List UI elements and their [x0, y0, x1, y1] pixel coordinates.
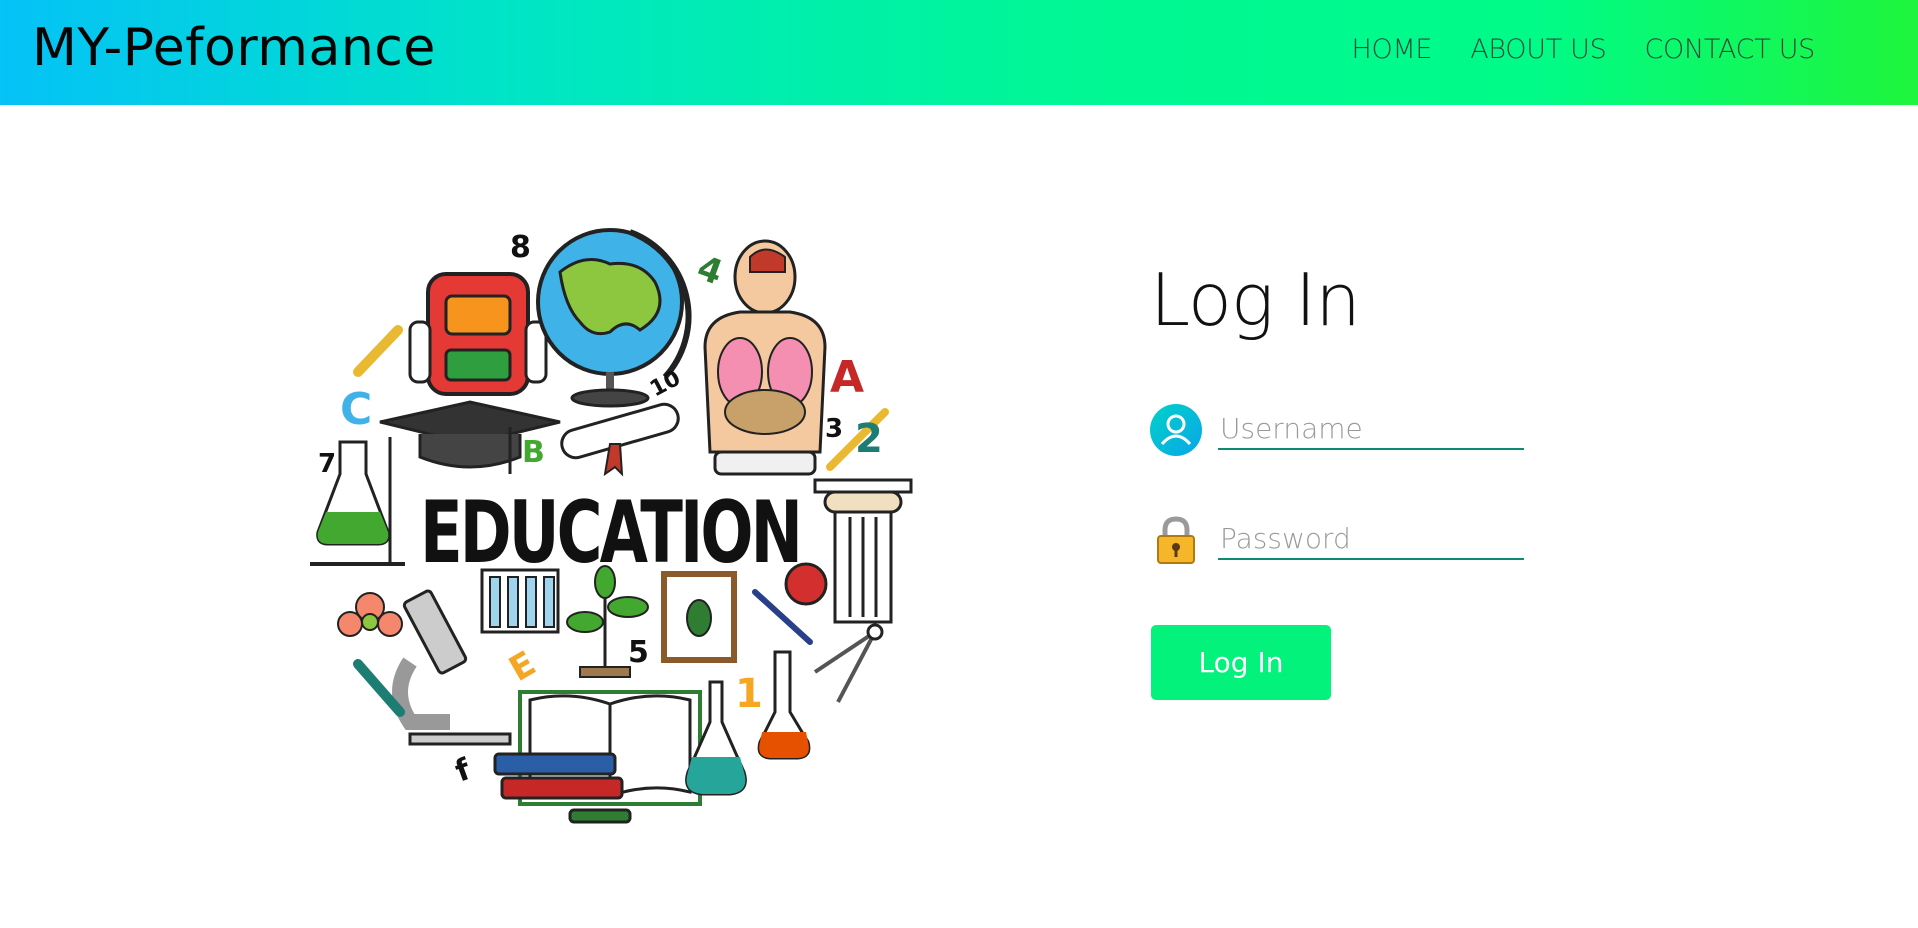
top-navbar: MY-Peformance HOME ABOUT US CONTACT US [0, 0, 1918, 105]
nav-about-link[interactable]: ABOUT US [1470, 34, 1607, 65]
brand-logo[interactable]: MY-Peformance [32, 18, 436, 78]
login-button[interactable]: Log In [1151, 625, 1331, 700]
stacked-books-icon [493, 752, 632, 824]
number-glyph: 3 [825, 414, 843, 444]
password-field [1150, 512, 1525, 568]
letter-glyph: 4 [692, 248, 728, 294]
number-glyph: 5 [628, 635, 649, 670]
pencil-icon [353, 325, 403, 377]
compass-icon [813, 623, 884, 703]
number-glyph: 8 [510, 230, 531, 265]
user-avatar-icon [1150, 404, 1202, 456]
letter-glyph: C [340, 384, 372, 435]
anatomy-torso-icon [703, 239, 827, 476]
greek-column-icon [813, 478, 913, 624]
password-input[interactable] [1218, 518, 1524, 560]
login-title: Log In [1150, 258, 1361, 342]
nav-home-link[interactable]: HOME [1351, 34, 1432, 65]
letter-glyph: f [451, 752, 476, 790]
letter-glyph: 2 [855, 416, 883, 462]
number-glyph: 7 [318, 449, 336, 479]
nav-contact-link[interactable]: CONTACT US [1644, 34, 1815, 65]
number-glyph: 10 [646, 366, 685, 402]
flower-icon [337, 592, 403, 637]
letter-glyph: B [522, 435, 545, 470]
backpack-icon [408, 272, 548, 396]
apple-icon [784, 562, 828, 606]
education-illustration: EDUCATION 8 10 3 7 5 1 A B C E 2 4 f [310, 228, 913, 824]
test-tube-rack-icon [480, 568, 560, 634]
lock-icon [1157, 516, 1195, 564]
diploma-icon [560, 402, 680, 477]
username-field [1150, 402, 1525, 458]
main-nav: HOME ABOUT US CONTACT US [1351, 34, 1815, 65]
beetle-frame-icon [661, 571, 737, 663]
letter-glyph: A [830, 352, 864, 403]
number-glyph: 1 [735, 671, 763, 717]
letter-glyph: E [503, 644, 543, 690]
username-input[interactable] [1218, 408, 1524, 450]
